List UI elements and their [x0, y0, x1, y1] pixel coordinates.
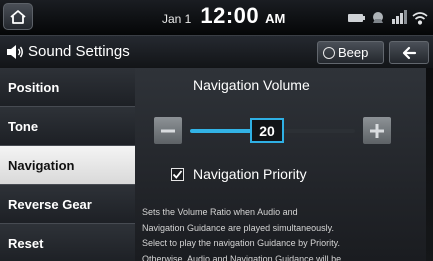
sidebar-item-tone[interactable]: Tone [0, 107, 135, 146]
description-text: Sets the Volume Ratio when Audio and Nav… [142, 205, 422, 261]
navigation-priority-label: Navigation Priority [193, 166, 307, 182]
home-icon [10, 9, 26, 24]
sidebar-item-label: Tone [8, 118, 39, 134]
battery-icon [348, 14, 365, 22]
sidebar-item-position[interactable]: Position [0, 68, 135, 107]
status-icons [348, 10, 428, 25]
minus-icon [161, 129, 175, 132]
volume-increase-button[interactable] [363, 117, 391, 144]
home-button[interactable] [3, 3, 33, 30]
sidebar-item-label: Reverse Gear [8, 196, 92, 212]
scrollbar[interactable] [426, 68, 433, 261]
clock-ampm: AM [265, 11, 286, 26]
description-line: Sets the Volume Ratio when Audio and [142, 207, 298, 217]
sidebar-item-label: Navigation [8, 157, 75, 173]
title-bar: Sound Settings Beep [0, 35, 433, 68]
beep-toggle-indicator-icon [323, 46, 335, 59]
beep-button-label: Beep [338, 45, 369, 60]
signal-icon [392, 10, 407, 24]
back-button[interactable] [389, 41, 429, 64]
description-line: Otherwise, Audio and Navigation Guidance… [142, 253, 342, 261]
description-line: Navigation Guidance are played simultane… [142, 222, 334, 233]
clock-date: Jan 1 [162, 12, 192, 26]
sidebar-item-label: Position [8, 79, 60, 95]
gps-icon [373, 12, 383, 23]
speaker-sound-icon [7, 45, 23, 59]
back-arrow-icon [402, 46, 417, 59]
volume-value[interactable]: 20 [250, 118, 284, 143]
sidebar-item-label: Reset [8, 236, 44, 251]
status-bar: Jan 1 12:00 AM [0, 0, 433, 35]
sidebar: Position Tone Navigation Reverse Gear Re… [0, 68, 135, 261]
settings-panel: Navigation Volume 20 Navigation Priority… [135, 68, 433, 261]
clock-time: 12:00 [200, 3, 260, 28]
section-title: Navigation Volume [193, 77, 310, 93]
sidebar-item-reset[interactable]: Reset [0, 224, 135, 261]
navigation-priority-checkbox[interactable] [171, 168, 184, 181]
beep-button[interactable]: Beep [317, 41, 384, 64]
clock: Jan 1 12:00 AM [162, 3, 285, 33]
sidebar-item-navigation[interactable]: Navigation [0, 146, 135, 185]
page-title: Sound Settings [28, 43, 130, 60]
plus-icon [370, 123, 384, 138]
wifi-icon [412, 12, 428, 25]
volume-decrease-button[interactable] [154, 117, 182, 144]
checkmark-icon [172, 170, 183, 179]
description-line: Select to play the navigation Guidance b… [142, 238, 340, 248]
sidebar-item-reverse-gear[interactable]: Reverse Gear [0, 185, 135, 224]
